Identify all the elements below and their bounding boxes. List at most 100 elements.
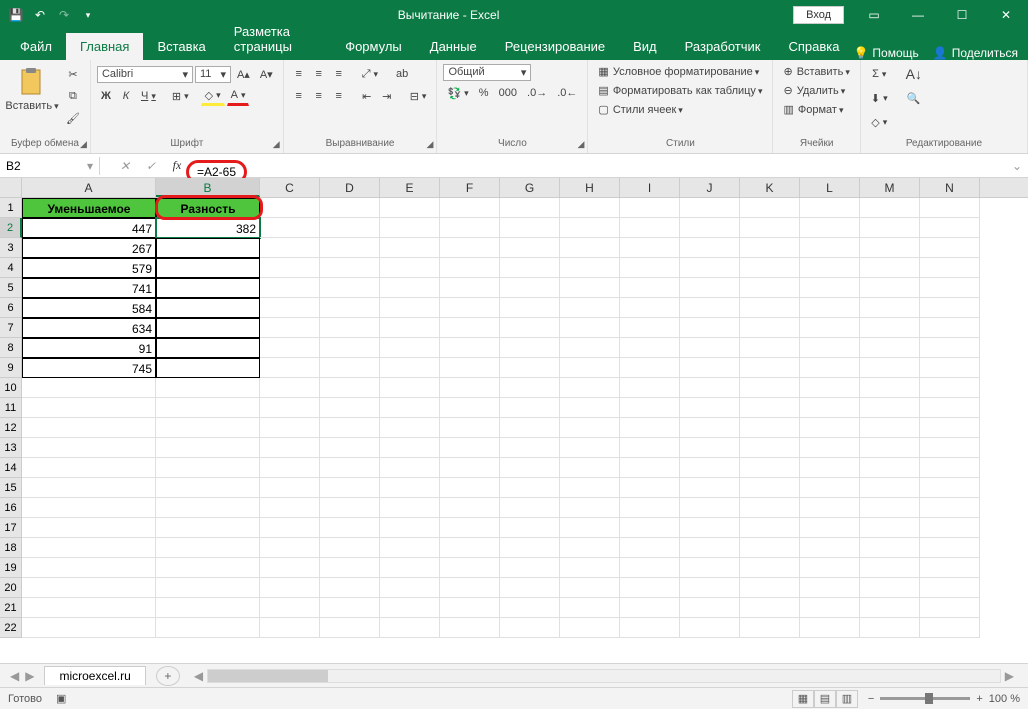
zoom-out-icon[interactable]: − bbox=[868, 693, 874, 705]
accounting-format-icon[interactable]: 💱 bbox=[443, 83, 472, 103]
cell[interactable] bbox=[440, 578, 500, 598]
cell[interactable] bbox=[680, 578, 740, 598]
row-header[interactable]: 9 bbox=[0, 358, 22, 378]
percent-icon[interactable]: % bbox=[475, 83, 493, 103]
cell[interactable]: Разность bbox=[156, 198, 260, 218]
cell[interactable] bbox=[800, 338, 860, 358]
tab-developer[interactable]: Разработчик bbox=[671, 33, 775, 60]
maximize-icon[interactable]: ☐ bbox=[940, 0, 984, 30]
decrease-font-icon[interactable]: A▾ bbox=[256, 64, 277, 84]
enter-formula-icon[interactable]: ✓ bbox=[138, 159, 164, 173]
cell[interactable] bbox=[680, 338, 740, 358]
page-layout-view-icon[interactable]: ▤ bbox=[814, 690, 836, 708]
decrease-decimal-icon[interactable]: .0← bbox=[553, 83, 581, 103]
cell[interactable] bbox=[500, 458, 560, 478]
underline-button[interactable]: Ч bbox=[137, 86, 160, 106]
row-header[interactable]: 17 bbox=[0, 518, 22, 538]
cell[interactable] bbox=[380, 338, 440, 358]
cell[interactable] bbox=[156, 458, 260, 478]
cell[interactable]: 382 bbox=[156, 218, 260, 238]
cell[interactable] bbox=[680, 378, 740, 398]
cell[interactable] bbox=[740, 618, 800, 638]
cell[interactable] bbox=[156, 418, 260, 438]
cell[interactable] bbox=[740, 278, 800, 298]
cell[interactable] bbox=[156, 278, 260, 298]
align-left-icon[interactable]: ≡ bbox=[290, 86, 308, 106]
column-header[interactable]: L bbox=[800, 178, 860, 197]
cell[interactable] bbox=[560, 338, 620, 358]
column-header[interactable]: I bbox=[620, 178, 680, 197]
cell[interactable] bbox=[920, 418, 980, 438]
cell[interactable] bbox=[920, 538, 980, 558]
cell[interactable] bbox=[860, 418, 920, 438]
cell[interactable] bbox=[740, 518, 800, 538]
cell[interactable] bbox=[620, 418, 680, 438]
cell[interactable] bbox=[440, 538, 500, 558]
cell[interactable] bbox=[920, 318, 980, 338]
cell[interactable] bbox=[620, 198, 680, 218]
cell[interactable] bbox=[800, 398, 860, 418]
save-icon[interactable]: 💾 bbox=[8, 7, 24, 23]
cell[interactable] bbox=[920, 518, 980, 538]
cell[interactable] bbox=[320, 478, 380, 498]
cell[interactable] bbox=[800, 458, 860, 478]
cell[interactable] bbox=[260, 458, 320, 478]
cell[interactable] bbox=[260, 538, 320, 558]
cell[interactable] bbox=[680, 278, 740, 298]
row-header[interactable]: 18 bbox=[0, 538, 22, 558]
cell[interactable] bbox=[500, 278, 560, 298]
cell[interactable] bbox=[740, 558, 800, 578]
cell[interactable] bbox=[920, 398, 980, 418]
cell[interactable] bbox=[440, 518, 500, 538]
cell[interactable] bbox=[500, 258, 560, 278]
cell[interactable] bbox=[380, 558, 440, 578]
cell[interactable] bbox=[560, 358, 620, 378]
cell[interactable] bbox=[860, 618, 920, 638]
row-header[interactable]: 11 bbox=[0, 398, 22, 418]
cell[interactable] bbox=[156, 318, 260, 338]
cell[interactable] bbox=[22, 558, 156, 578]
column-header[interactable]: D bbox=[320, 178, 380, 197]
cell[interactable] bbox=[680, 218, 740, 238]
ribbon-options-icon[interactable]: ▭ bbox=[852, 0, 896, 30]
cell[interactable] bbox=[680, 458, 740, 478]
cell[interactable] bbox=[500, 238, 560, 258]
cell[interactable] bbox=[500, 398, 560, 418]
cell[interactable] bbox=[320, 498, 380, 518]
cell[interactable] bbox=[260, 258, 320, 278]
format-painter-icon[interactable]: 🖌 bbox=[62, 108, 84, 128]
cell[interactable] bbox=[500, 518, 560, 538]
cell[interactable] bbox=[440, 598, 500, 618]
cell[interactable]: 579 bbox=[22, 258, 156, 278]
cell[interactable] bbox=[500, 438, 560, 458]
row-header[interactable]: 14 bbox=[0, 458, 22, 478]
cell[interactable] bbox=[22, 418, 156, 438]
cell[interactable] bbox=[860, 598, 920, 618]
fill-color-icon[interactable]: ◇ bbox=[201, 86, 225, 106]
cell[interactable] bbox=[920, 358, 980, 378]
fill-icon[interactable]: ⬇ bbox=[867, 88, 892, 108]
cell[interactable] bbox=[920, 198, 980, 218]
cell[interactable] bbox=[860, 558, 920, 578]
cell[interactable] bbox=[22, 398, 156, 418]
cell[interactable] bbox=[620, 458, 680, 478]
cell[interactable] bbox=[440, 278, 500, 298]
cell[interactable] bbox=[620, 598, 680, 618]
cell[interactable] bbox=[500, 618, 560, 638]
cell[interactable]: 634 bbox=[22, 318, 156, 338]
cell[interactable] bbox=[260, 358, 320, 378]
cell[interactable] bbox=[560, 558, 620, 578]
formula-input[interactable]: =A2-65 bbox=[190, 164, 1006, 168]
cell[interactable] bbox=[560, 278, 620, 298]
cell[interactable] bbox=[680, 258, 740, 278]
cell[interactable] bbox=[260, 378, 320, 398]
italic-button[interactable]: К bbox=[117, 86, 135, 106]
cell[interactable] bbox=[500, 558, 560, 578]
font-size-select[interactable]: 11▾ bbox=[195, 66, 231, 83]
select-all-corner[interactable] bbox=[0, 178, 22, 197]
cell[interactable] bbox=[560, 298, 620, 318]
cell[interactable] bbox=[320, 358, 380, 378]
cell[interactable] bbox=[620, 298, 680, 318]
normal-view-icon[interactable]: ▦ bbox=[792, 690, 814, 708]
cell[interactable] bbox=[22, 498, 156, 518]
